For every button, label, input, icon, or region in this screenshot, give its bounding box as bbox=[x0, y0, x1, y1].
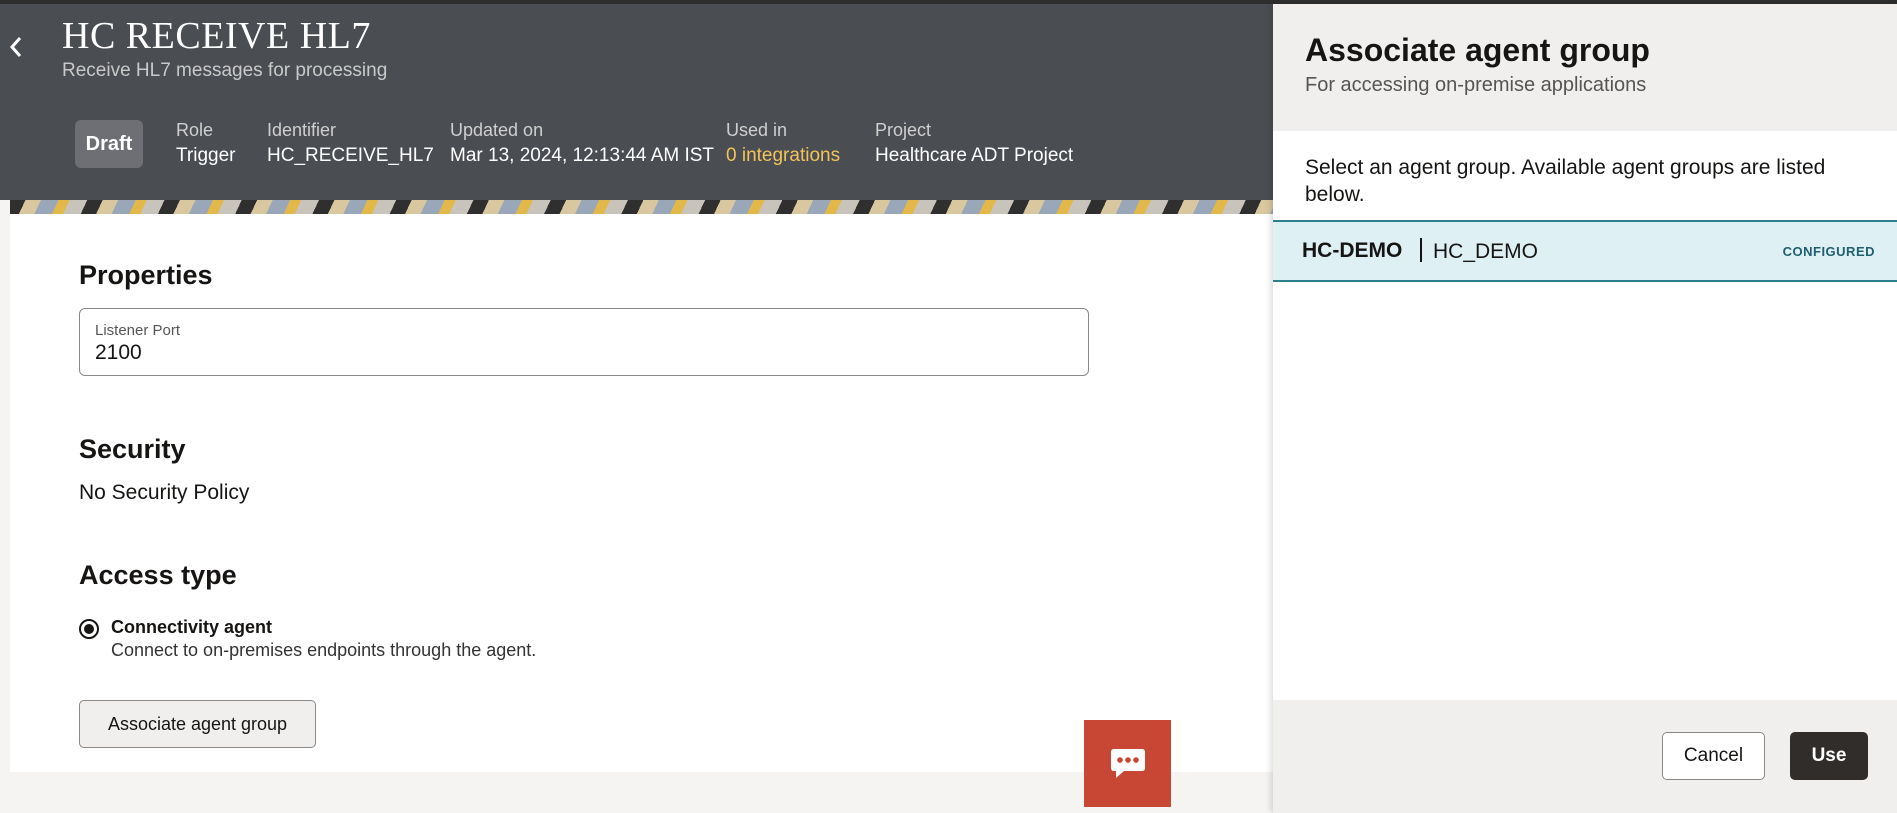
meta-value: Mar 13, 2024, 12:13:44 AM IST bbox=[450, 145, 715, 166]
meta-project: Project Healthcare ADT Project bbox=[875, 118, 1073, 170]
connectivity-agent-radio[interactable] bbox=[79, 619, 99, 639]
agent-group-name: HC-DEMO bbox=[1302, 239, 1403, 262]
associate-agent-drawer: Associate agent group For accessing on-p… bbox=[1273, 4, 1897, 813]
agent-group-id: HC_DEMO bbox=[1433, 240, 1539, 263]
access-type-heading: Access type bbox=[79, 560, 237, 590]
integrations-link[interactable]: 0 integrations bbox=[726, 142, 840, 170]
meta-used-in: Used in 0 integrations bbox=[726, 118, 840, 170]
divider bbox=[1420, 238, 1422, 262]
status-badge: Draft bbox=[75, 120, 143, 168]
security-heading: Security bbox=[79, 434, 186, 464]
agent-group-row[interactable]: HC-DEMO HC_DEMO CONFIGURED bbox=[1273, 220, 1897, 282]
connectivity-agent-description: Connect to on-premises endpoints through… bbox=[111, 640, 537, 660]
page-title: HC RECEIVE HL7 bbox=[62, 15, 371, 57]
drawer-instruction: Select an agent group. Available agent g… bbox=[1305, 156, 1826, 206]
drawer-title: Associate agent group bbox=[1305, 32, 1650, 68]
meta-value: Healthcare ADT Project bbox=[875, 145, 1074, 166]
associate-agent-group-button[interactable]: Associate agent group bbox=[79, 700, 316, 748]
meta-label: Used in bbox=[726, 120, 788, 140]
page-subtitle: Receive HL7 messages for processing bbox=[62, 60, 388, 81]
drawer-subtitle: For accessing on-premise applications bbox=[1305, 74, 1647, 96]
listener-port-input[interactable] bbox=[95, 341, 995, 365]
meta-updated: Updated on Mar 13, 2024, 12:13:44 AM IST bbox=[450, 118, 714, 170]
drawer-footer: Cancel Use bbox=[1273, 700, 1897, 813]
decorative-banner bbox=[10, 200, 1273, 214]
listener-port-field[interactable]: Listener Port bbox=[79, 308, 1089, 376]
cancel-button[interactable]: Cancel bbox=[1662, 732, 1765, 780]
drawer-header: Associate agent group For accessing on-p… bbox=[1273, 4, 1897, 131]
meta-role: Role Trigger bbox=[176, 118, 235, 170]
agent-group-status: CONFIGURED bbox=[1782, 244, 1875, 259]
listener-port-label: Listener Port bbox=[95, 322, 181, 339]
chevron-left-icon[interactable] bbox=[4, 30, 28, 64]
properties-heading: Properties bbox=[79, 260, 213, 290]
security-policy-value: No Security Policy bbox=[79, 481, 250, 504]
meta-label: Updated on bbox=[450, 120, 544, 140]
radio-selected-dot bbox=[84, 624, 94, 634]
meta-label: Identifier bbox=[267, 120, 337, 140]
meta-label: Project bbox=[875, 120, 932, 140]
meta-label: Role bbox=[176, 120, 214, 140]
connectivity-agent-label: Connectivity agent bbox=[111, 617, 273, 637]
chat-bubble-icon[interactable] bbox=[1084, 720, 1171, 807]
meta-value: Trigger bbox=[176, 145, 236, 166]
meta-identifier: Identifier HC_RECEIVE_HL7 bbox=[267, 118, 434, 170]
meta-value: HC_RECEIVE_HL7 bbox=[267, 145, 434, 166]
page-header: HC RECEIVE HL7 Receive HL7 messages for … bbox=[0, 4, 1273, 200]
use-button[interactable]: Use bbox=[1790, 732, 1868, 780]
